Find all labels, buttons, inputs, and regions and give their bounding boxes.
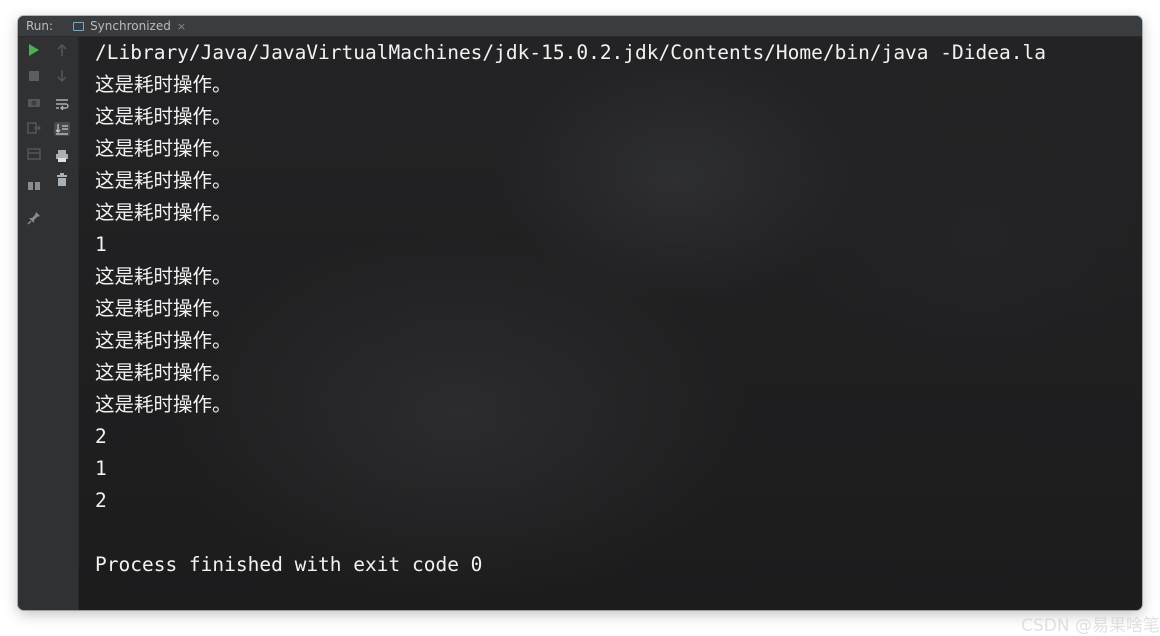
layout-icon[interactable]: [24, 176, 44, 196]
csdn-watermark: CSDN @易果啥笔: [1021, 616, 1160, 636]
console-line: 这是耗时操作。: [95, 265, 232, 288]
console-line: 2: [95, 489, 107, 512]
exit-icon[interactable]: [24, 118, 44, 138]
trash-icon[interactable]: [52, 170, 72, 190]
console-line: 这是耗时操作。: [95, 169, 232, 192]
run-icon[interactable]: [24, 40, 44, 60]
console-tab-icon: [73, 21, 85, 31]
console-line: 这是耗时操作。: [95, 393, 232, 416]
console-line: 这是耗时操作。: [95, 105, 232, 128]
console-line: 这是耗时操作。: [95, 361, 232, 384]
console-lines: /Library/Java/JavaVirtualMachines/jdk-15…: [95, 37, 1046, 581]
console-line: 这是耗时操作。: [95, 201, 232, 224]
console-line: 这是耗时操作。: [95, 73, 232, 96]
console-line: 这是耗时操作。: [95, 137, 232, 160]
restore-layout-icon[interactable]: [24, 144, 44, 164]
scroll-to-end-icon[interactable]: [52, 119, 72, 139]
close-icon[interactable]: ×: [177, 20, 186, 33]
console-line: 1: [95, 233, 107, 256]
up-icon[interactable]: [52, 40, 72, 60]
camera-icon[interactable]: [24, 92, 44, 112]
pin-icon[interactable]: [24, 208, 44, 228]
run-toolbar: [18, 37, 79, 610]
console-line: Process finished with exit code 0: [95, 553, 483, 576]
ide-run-window: Run: Synchronized × /Library/Java/JavaVi…: [18, 16, 1142, 610]
down-icon[interactable]: [52, 66, 72, 86]
print-icon[interactable]: [52, 146, 72, 166]
console-line: 这是耗时操作。: [95, 297, 232, 320]
run-label: Run:: [26, 19, 54, 33]
console-output[interactable]: /Library/Java/JavaVirtualMachines/jdk-15…: [79, 37, 1142, 610]
tab-synchronized[interactable]: Synchronized ×: [73, 19, 186, 33]
soft-wrap-icon[interactable]: [52, 94, 72, 114]
tab-label: Synchronized: [90, 19, 171, 33]
console-line: 这是耗时操作。: [95, 329, 232, 352]
run-toolwindow-header: Run: Synchronized ×: [18, 16, 1142, 37]
console-line: /Library/Java/JavaVirtualMachines/jdk-15…: [95, 41, 1046, 64]
stop-icon[interactable]: [24, 66, 44, 86]
console-line: 1: [95, 457, 107, 480]
console-line: 2: [95, 425, 107, 448]
